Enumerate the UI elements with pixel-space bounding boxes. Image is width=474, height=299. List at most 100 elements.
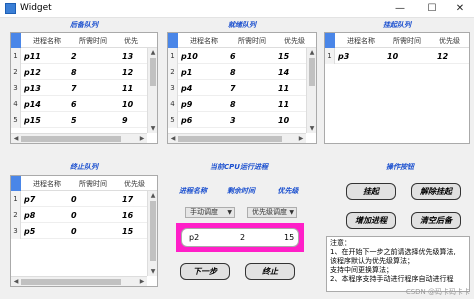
column-header[interactable]: 进程名称 xyxy=(190,36,218,46)
notes-line: 该程序默认为优先级算法； xyxy=(330,257,414,265)
scroll-right-icon[interactable]: ▶ xyxy=(137,277,147,286)
time-cell: 0 xyxy=(71,195,77,204)
add-process-button[interactable]: 增加进程 xyxy=(346,212,396,229)
scroll-thumb[interactable] xyxy=(21,136,121,142)
scroll-right-icon[interactable]: ▶ xyxy=(296,134,306,143)
app-icon xyxy=(5,3,16,14)
time-cell: 5 xyxy=(71,116,77,125)
priority-cell: 11 xyxy=(278,100,290,109)
vertical-scrollbar[interactable]: ▲ ▼ xyxy=(306,48,316,133)
scroll-left-icon[interactable]: ◀ xyxy=(11,134,21,143)
suspended-queue-table[interactable]: 进程名称 所需时间 优先级 1 p3 10 12 xyxy=(324,32,470,144)
scroll-thumb[interactable] xyxy=(178,136,282,142)
table-row[interactable]: 5 p15 5 9 xyxy=(11,112,147,128)
column-header[interactable]: 所需时间 xyxy=(79,179,107,189)
row-number: 1 xyxy=(11,48,21,64)
table-row[interactable]: 3 p4 7 11 xyxy=(168,80,306,96)
table-row[interactable]: 4 p9 8 11 xyxy=(168,96,306,112)
column-header[interactable]: 优先级 xyxy=(284,36,305,46)
table-header: 进程名称 所需时间 优先级 xyxy=(168,33,316,48)
select-all-corner[interactable] xyxy=(325,33,335,48)
table-row[interactable]: 2 p12 8 12 xyxy=(11,64,147,80)
minimize-button[interactable]: — xyxy=(386,1,414,16)
notes-textbox[interactable]: 注意： 1、在开始下一步之前请选择优先级算法, 该程序默认为优先级算法； 支持中… xyxy=(326,236,470,292)
priority-cell: 13 xyxy=(122,52,134,61)
table-row[interactable]: 2 p1 8 14 xyxy=(168,64,306,80)
column-header[interactable]: 优先 xyxy=(124,36,138,46)
table-row[interactable]: 1 p11 2 13 xyxy=(11,48,147,64)
scroll-up-icon[interactable]: ▲ xyxy=(148,48,157,57)
select-all-corner[interactable] xyxy=(11,33,21,48)
priority-cell: 15 xyxy=(278,52,290,61)
column-header[interactable]: 进程名称 xyxy=(347,36,375,46)
scroll-down-icon[interactable]: ▼ xyxy=(307,124,316,133)
suspended-queue-title: 挂起队列 xyxy=(383,21,411,29)
running-col-prio-label: 优先级 xyxy=(277,187,299,195)
table-row[interactable]: 3 p13 7 11 xyxy=(11,80,147,96)
maximize-button[interactable]: ☐ xyxy=(418,1,446,16)
process-name-cell: p14 xyxy=(24,100,41,109)
algorithm-select[interactable]: 优先级调度 ▼ xyxy=(247,207,297,218)
row-number: 1 xyxy=(168,48,178,64)
row-number: 1 xyxy=(11,191,21,207)
column-header[interactable]: 所需时间 xyxy=(79,36,107,46)
column-header[interactable]: 优先级 xyxy=(439,36,460,46)
scroll-up-icon[interactable]: ▲ xyxy=(148,191,157,200)
operation-buttons-title: 操作按钮 xyxy=(386,163,414,171)
scroll-up-icon[interactable]: ▲ xyxy=(307,48,316,57)
table-row[interactable]: 5 p6 3 10 xyxy=(168,112,306,128)
schedule-mode-select[interactable]: 手动调度 ▼ xyxy=(185,207,235,218)
terminated-queue-table[interactable]: 进程名称 所需时间 优先级 1 p7 0 17 2 p8 0 16 3 p5 0… xyxy=(10,175,158,287)
next-step-button[interactable]: 下一步 xyxy=(180,263,230,280)
vertical-scrollbar[interactable]: ▲ ▼ xyxy=(147,48,157,133)
priority-cell: 9 xyxy=(122,116,128,125)
ready-queue-table[interactable]: 进程名称 所需时间 优先级 1 p10 6 15 2 p1 8 14 3 p4 … xyxy=(167,32,317,144)
process-name-cell: p1 xyxy=(181,68,193,77)
scroll-thumb[interactable] xyxy=(150,58,156,86)
horizontal-scrollbar[interactable]: ◀ ▶ xyxy=(11,276,147,286)
scroll-down-icon[interactable]: ▼ xyxy=(148,124,157,133)
time-cell: 0 xyxy=(71,211,77,220)
column-header[interactable]: 优先级 xyxy=(124,179,145,189)
scroll-thumb[interactable] xyxy=(309,58,315,86)
title-bar: Widget — ☐ ✕ xyxy=(0,0,474,18)
scroll-left-icon[interactable]: ◀ xyxy=(168,134,178,143)
chevron-down-icon: ▼ xyxy=(289,209,294,216)
column-header[interactable]: 进程名称 xyxy=(33,36,61,46)
process-name-cell: p12 xyxy=(24,68,41,77)
horizontal-scrollbar[interactable]: ◀ ▶ xyxy=(168,133,306,143)
running-col-name-label: 进程名称 xyxy=(179,187,207,195)
row-number: 1 xyxy=(325,48,335,64)
table-row[interactable]: 3 p5 0 15 xyxy=(11,223,147,239)
notes-line: 2、本程序支持手动进行程序自动进行程 xyxy=(330,275,454,283)
table-row[interactable]: 1 p10 6 15 xyxy=(168,48,306,64)
scroll-down-icon[interactable]: ▼ xyxy=(148,267,157,276)
scroll-thumb[interactable] xyxy=(21,279,121,285)
terminate-button[interactable]: 终止 xyxy=(245,263,295,280)
unsuspend-button[interactable]: 解除挂起 xyxy=(411,183,461,200)
backup-queue-table[interactable]: 进程名称 所需时间 优先 1 p11 2 13 2 p12 8 12 3 p13… xyxy=(10,32,158,144)
table-row[interactable]: 2 p8 0 16 xyxy=(11,207,147,223)
column-header[interactable]: 所需时间 xyxy=(238,36,266,46)
process-name-cell: p11 xyxy=(24,52,41,61)
priority-cell: 12 xyxy=(122,68,134,77)
scroll-thumb[interactable] xyxy=(150,201,156,261)
time-cell: 8 xyxy=(71,68,77,77)
scroll-left-icon[interactable]: ◀ xyxy=(11,277,21,286)
time-cell: 6 xyxy=(71,100,77,109)
scroll-right-icon[interactable]: ▶ xyxy=(137,134,147,143)
clear-backup-button[interactable]: 清空后备 xyxy=(411,212,461,229)
suspend-button[interactable]: 挂起 xyxy=(346,183,396,200)
table-row[interactable]: 4 p14 6 10 xyxy=(11,96,147,112)
vertical-scrollbar[interactable]: ▲ ▼ xyxy=(147,191,157,276)
select-all-corner[interactable] xyxy=(11,176,21,191)
column-header[interactable]: 进程名称 xyxy=(33,179,61,189)
select-all-corner[interactable] xyxy=(168,33,178,48)
row-number: 5 xyxy=(168,112,178,128)
horizontal-scrollbar[interactable]: ◀ ▶ xyxy=(11,133,147,143)
table-row[interactable]: 1 p7 0 17 xyxy=(11,191,147,207)
process-name-cell: p8 xyxy=(24,211,36,220)
close-button[interactable]: ✕ xyxy=(446,1,474,16)
table-row[interactable]: 1 p3 10 12 xyxy=(325,48,469,64)
column-header[interactable]: 所需时间 xyxy=(393,36,421,46)
